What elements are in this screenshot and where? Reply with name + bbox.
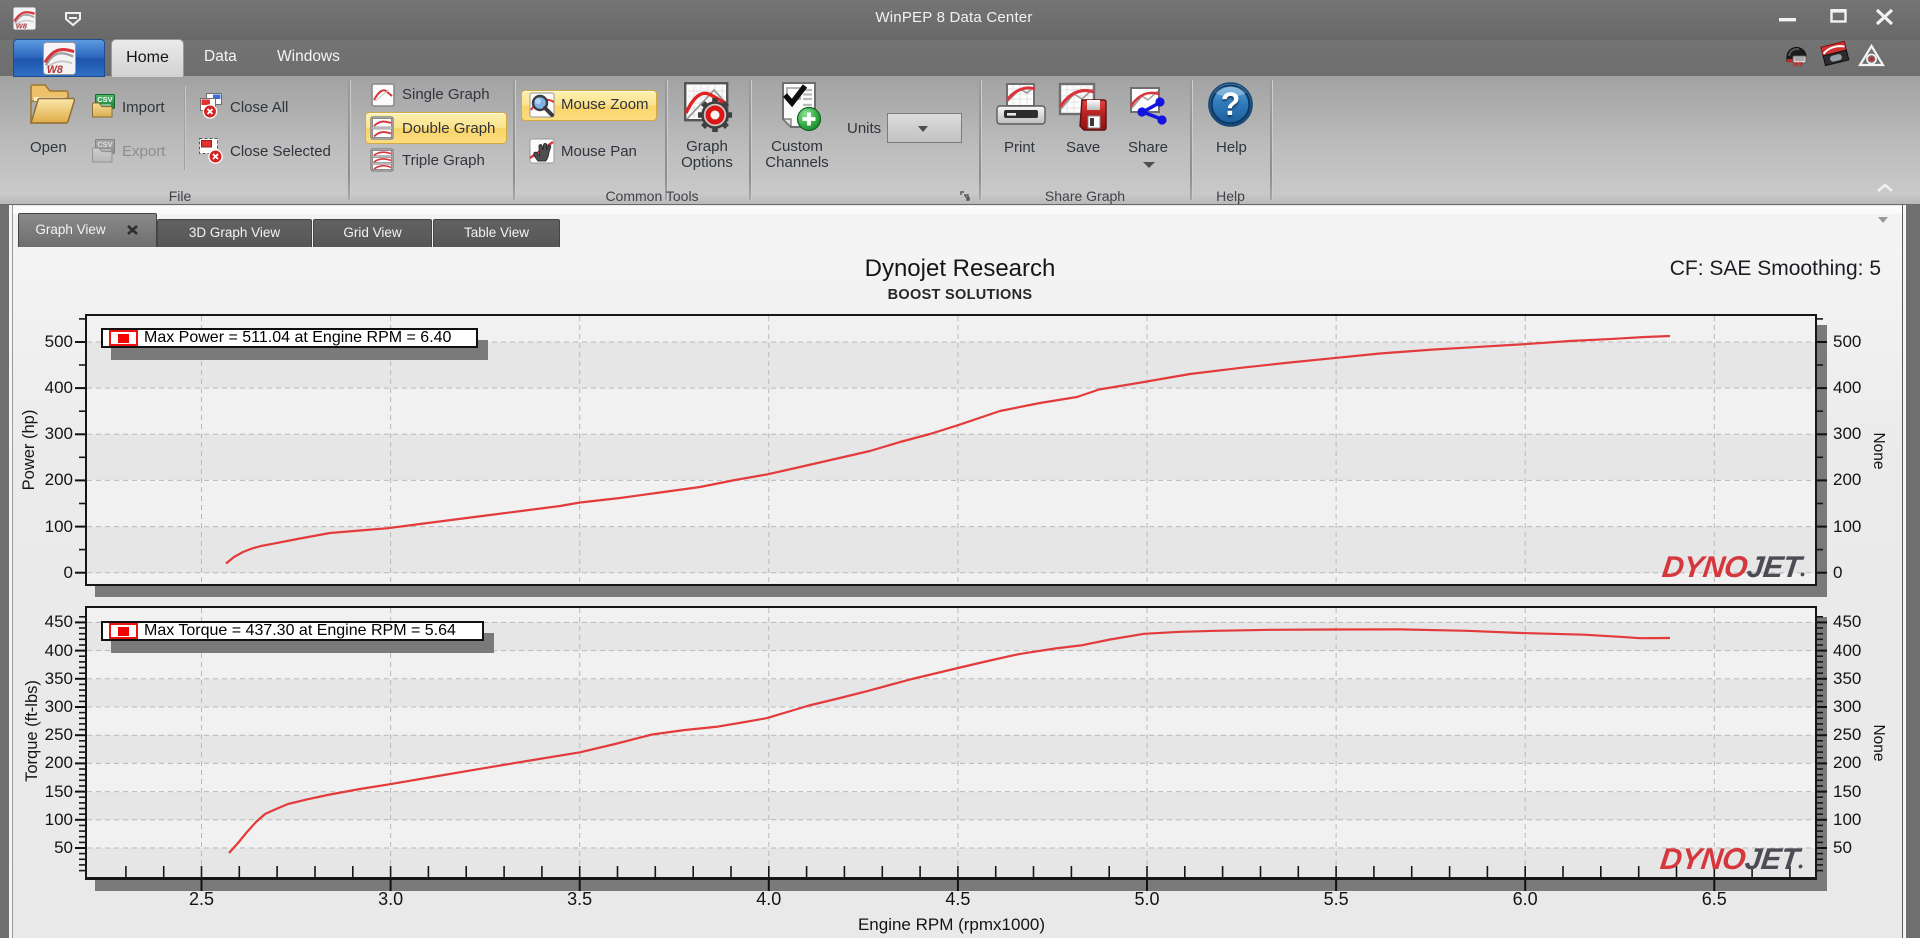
svg-text:W8: W8	[16, 22, 28, 31]
svg-text:W8: W8	[1793, 61, 1803, 68]
svg-text:?: ?	[1221, 86, 1241, 122]
svg-text:W8: W8	[47, 64, 63, 76]
svg-text:CSV: CSV	[97, 140, 112, 149]
svg-text:CSV: CSV	[97, 95, 112, 104]
